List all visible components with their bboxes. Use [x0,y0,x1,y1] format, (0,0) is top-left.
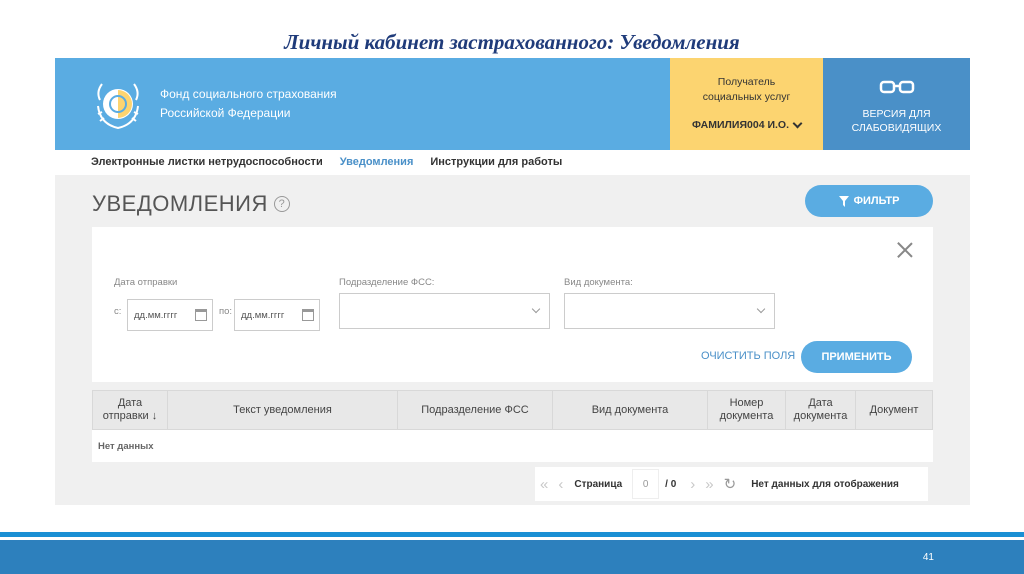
col-document-type[interactable]: Вид документа [553,391,708,429]
page-label: Страница [574,478,623,490]
slide-number: 41 [922,552,934,563]
page-total: / 0 [665,478,677,490]
col-notification-text[interactable]: Текст уведомления [168,391,398,429]
dept-label: Подразделение ФСС: [339,277,435,288]
vision-label-line1: ВЕРСИЯ ДЛЯ [862,108,931,120]
date-to-placeholder: дд.мм.гггг [241,309,285,321]
apply-button[interactable]: ПРИМЕНИТЬ [801,341,912,373]
filter-button[interactable]: ФИЛЬТР [805,185,933,217]
help-icon[interactable]: ? [273,196,290,212]
doctype-select[interactable] [564,293,775,329]
pager: « ‹ Страница 0 / 0 › » ↻ Нет данных для … [535,467,928,501]
nav-instructions[interactable]: Инструкции для работы [430,156,562,168]
pager-status: Нет данных для отображения [751,478,899,490]
empty-text: Нет данных [98,440,154,452]
low-vision-button[interactable]: ВЕРСИЯ ДЛЯ СЛАБОВИДЯЩИХ [823,58,970,150]
close-icon[interactable] [897,242,913,258]
col-document-number[interactable]: Номер документа [708,391,786,429]
recipient-block: Получатель социальных услуг ФАМИЛИЯ004 И… [670,58,823,150]
recipient-label-line1: Получатель [717,76,776,88]
org-name-line1: Фонд социального страхования [160,87,337,101]
page-number-input[interactable]: 0 [632,469,660,499]
page-title-text: УВЕДОМЛЕНИЯ [92,191,268,216]
slide-footer: 41 [0,540,1024,574]
user-name: ФАМИЛИЯ004 И.О. [691,119,790,131]
refresh-icon[interactable]: ↻ [724,475,737,493]
chevron-down-icon [756,304,766,314]
recipient-label: Получатель социальных услуг [670,75,823,105]
doctype-label: Вид документа: [564,277,633,288]
calendar-icon[interactable] [195,309,207,321]
nav-notifications[interactable]: Уведомления [340,156,414,168]
glasses-icon [879,80,914,94]
nav-sick-leaves[interactable]: Электронные листки нетрудоспособности [91,156,323,168]
col-document-date[interactable]: Дата документа [786,391,856,429]
date-from-input[interactable]: дд.мм.гггг [127,299,213,331]
date-sent-label: Дата отправки [114,277,178,288]
slide-title: Личный кабинет застрахованного: Уведомле… [284,30,740,54]
next-page-icon[interactable]: › [690,476,695,493]
vision-label-line2: СЛАБОВИДЯЩИХ [851,122,942,134]
date-from-label: с: [114,306,122,317]
col-fss-department[interactable]: Подразделение ФСС [398,391,553,429]
org-name: Фонд социального страхования Российской … [160,85,337,123]
table-header: Дата отправки ↓ Текст уведомления Подразд… [92,390,933,430]
clear-fields-link[interactable]: ОЧИСТИТЬ ПОЛЯ [701,350,795,362]
calendar-icon[interactable] [302,309,314,321]
org-name-line2: Российской Федерации [160,106,291,120]
date-from-placeholder: дд.мм.гггг [134,309,178,321]
date-to-input[interactable]: дд.мм.гггг [234,299,320,331]
filter-box: Дата отправки с: дд.мм.гггг по: дд.мм.гг… [92,227,933,382]
chevron-down-icon [531,304,541,314]
table-empty-row: Нет данных [92,430,933,462]
recipient-label-line2: социальных услуг [702,91,791,103]
first-page-icon[interactable]: « [540,476,548,493]
last-page-icon[interactable]: » [705,476,713,493]
col-date-sent[interactable]: Дата отправки ↓ [93,391,168,429]
dept-select[interactable] [339,293,550,329]
funnel-icon [838,195,849,207]
user-menu[interactable]: ФАМИЛИЯ004 И.О. [670,118,823,131]
chevron-down-icon [792,118,803,128]
site-header: Фонд социального страхования Российской … [55,58,970,150]
notifications-table: Дата отправки ↓ Текст уведомления Подразд… [92,390,933,462]
filter-button-label: ФИЛЬТР [853,195,900,207]
main-nav: Электронные листки нетрудоспособности Ув… [91,156,562,168]
col-document[interactable]: Документ [856,391,932,429]
date-to-label: по: [219,306,233,317]
page-title: УВЕДОМЛЕНИЯ ? [92,191,290,217]
notifications-panel: УВЕДОМЛЕНИЯ ? ФИЛЬТР Дата отправки с: дд… [55,175,970,505]
fss-logo-icon[interactable] [90,76,146,132]
footer-stripe [0,532,1024,537]
prev-page-icon[interactable]: ‹ [558,476,563,493]
